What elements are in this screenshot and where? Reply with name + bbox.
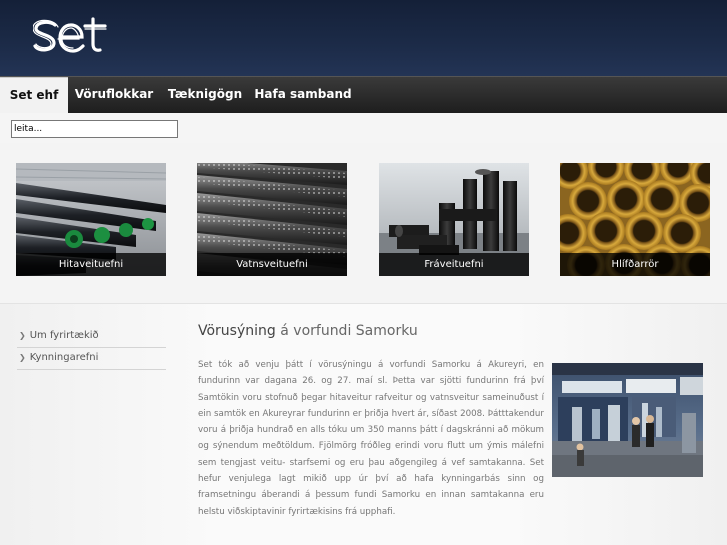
nav-item-set-ehf[interactable]: Set ehf xyxy=(0,77,68,114)
sidebar-item-um-fyrirtaekid[interactable]: ❯ Um fyrirtækið xyxy=(17,325,166,348)
article-title: Vörusýning á vorfundi Samorku xyxy=(198,323,418,339)
product-label: Vatnsveituefni xyxy=(197,253,347,276)
product-categories: Hitaveituefni Vatnsveituefni Fráveituefn… xyxy=(0,143,727,303)
sidebar-item-label: Um fyrirtækið xyxy=(29,330,99,341)
product-fraveituefni[interactable]: Fráveituefni xyxy=(379,163,529,276)
main-nav: Set ehf Vöruflokkar Tæknigögn Hafa samba… xyxy=(0,76,727,114)
product-hlifdarror[interactable]: Hlífðarrör xyxy=(560,163,710,276)
sidebar-item-label: Kynningarefni xyxy=(29,352,99,363)
article-title-part1: Vörusýning xyxy=(198,323,276,339)
site-header: set xyxy=(0,0,727,76)
nav-item-hafa-samband[interactable]: Hafa samband xyxy=(250,77,356,114)
search-input[interactable] xyxy=(11,120,178,138)
chevron-right-icon: ❯ xyxy=(19,353,26,362)
product-label: Hitaveituefni xyxy=(16,253,166,276)
product-vatnsveituefni[interactable]: Vatnsveituefni xyxy=(197,163,347,276)
product-label: Fráveituefni xyxy=(379,253,529,276)
chevron-right-icon: ❯ xyxy=(19,331,26,340)
product-label: Hlífðarrör xyxy=(560,253,710,276)
product-hitaveituefni[interactable]: Hitaveituefni xyxy=(16,163,166,276)
article-body: Set tók að venju þátt í vörusýningu á vo… xyxy=(198,360,544,517)
nav-item-voruflokkar[interactable]: Vöruflokkar xyxy=(68,77,160,114)
search-bar xyxy=(0,113,727,144)
set-logo[interactable]: set xyxy=(32,16,109,60)
sidebar-item-kynningarefni[interactable]: ❯ Kynningarefni xyxy=(17,347,166,370)
article-title-part2: á vorfundi Samorku xyxy=(280,323,418,339)
nav-item-taeknigogn[interactable]: Tæknigögn xyxy=(160,77,250,114)
exhibition-image xyxy=(552,363,703,477)
exhibition-photo[interactable] xyxy=(552,363,703,477)
